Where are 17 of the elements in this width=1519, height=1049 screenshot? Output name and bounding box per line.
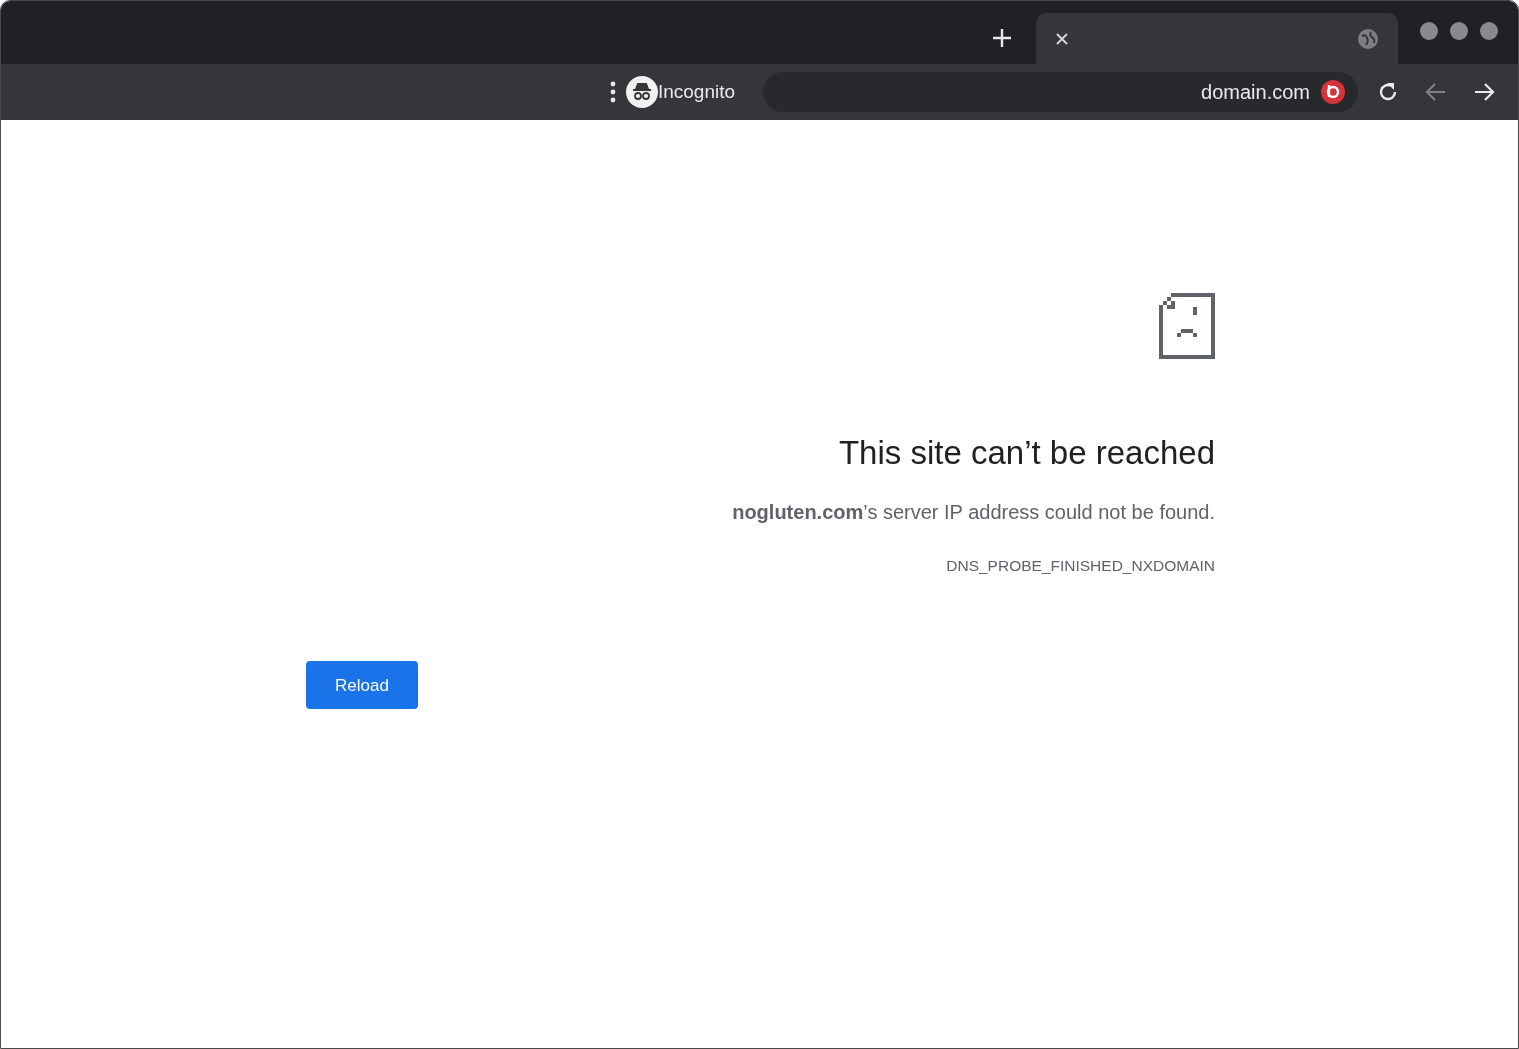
- address-bar[interactable]: domain.com: [763, 72, 1358, 112]
- error-heading: This site can’t be reached: [838, 433, 1215, 473]
- url-text: domain.com: [1201, 80, 1310, 105]
- profile-label[interactable]: Incognito: [657, 77, 736, 107]
- site-info-icon[interactable]: [1320, 79, 1346, 105]
- sad-page-icon: [1159, 293, 1215, 359]
- window-control-icon[interactable]: [1420, 21, 1438, 40]
- window-control-icon[interactable]: [1480, 21, 1498, 40]
- error-message: nogluten.com’s server IP address could not be found.: [732, 500, 1215, 525]
- globe-icon: [1357, 27, 1379, 50]
- new-tab-icon[interactable]: [992, 27, 1012, 48]
- window-control-icon[interactable]: [1450, 21, 1468, 40]
- incognito-icon[interactable]: [625, 76, 658, 108]
- menu-icon[interactable]: [609, 81, 616, 103]
- error-code: DNS_PROBE_FINISHED_NXDOMAIN: [946, 556, 1215, 576]
- reload-button[interactable]: Reload: [306, 661, 418, 710]
- close-icon[interactable]: [1055, 31, 1069, 46]
